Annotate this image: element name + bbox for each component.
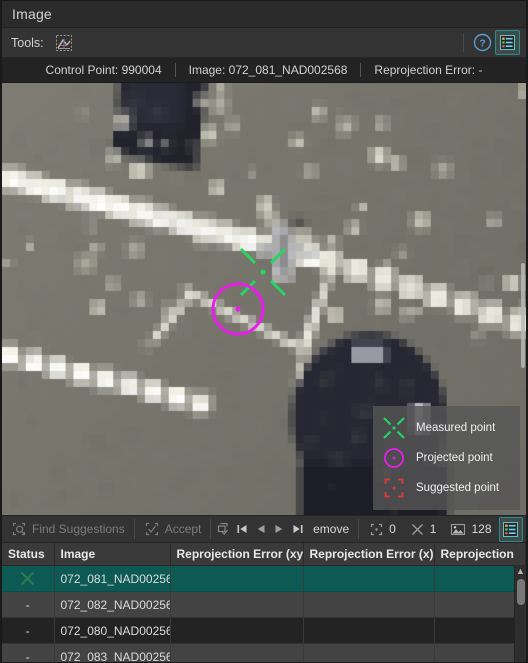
suggested-point-icon bbox=[379, 474, 409, 502]
image-name-label: Image: 072_081_NAD002568 bbox=[188, 63, 348, 77]
status-cell: - bbox=[2, 591, 55, 618]
column-header-status[interactable]: Status bbox=[2, 543, 55, 566]
measured-count: 1 bbox=[403, 522, 444, 537]
help-icon[interactable]: ? bbox=[470, 30, 495, 55]
image-viewport[interactable]: Measured point Projected point Suggested… bbox=[2, 83, 526, 515]
cell-xy bbox=[170, 643, 304, 662]
table-scroll-thumb[interactable] bbox=[516, 579, 525, 605]
measure-point-tool-icon[interactable] bbox=[51, 31, 77, 55]
cell-x bbox=[303, 565, 435, 592]
toolbar-divider-1 bbox=[133, 519, 135, 539]
tools-toolbar: Tools: ? bbox=[2, 28, 526, 58]
previous-icon[interactable] bbox=[251, 518, 270, 540]
legend-overlay: Measured point Projected point Suggested… bbox=[373, 406, 520, 510]
projected-point-icon bbox=[379, 444, 409, 472]
cell-x bbox=[303, 617, 435, 644]
status-cell bbox=[2, 565, 55, 592]
suggested-count: 0 bbox=[362, 522, 403, 537]
image-panel: Image Tools: ? Control Point: 990004 Ima… bbox=[0, 0, 528, 663]
image-count: 128 bbox=[443, 522, 498, 537]
control-point-label: Control Point: 990004 bbox=[45, 63, 162, 77]
legend-item-measured: Measured point bbox=[379, 413, 512, 443]
cell-image: 072_080_NAD002569 bbox=[54, 617, 171, 644]
cell-xy bbox=[170, 617, 304, 644]
control-point-info-strip: Control Point: 990004 Image: 072_081_NAD… bbox=[2, 58, 526, 83]
find-suggestions-label: Find Suggestions bbox=[32, 522, 125, 536]
reprojection-error-label: Reprojection Error: - bbox=[374, 63, 483, 77]
next-icon[interactable] bbox=[270, 518, 289, 540]
accept-label: Accept bbox=[164, 522, 202, 536]
column-header-reprojection[interactable]: Reprojection bbox=[434, 543, 526, 566]
legend-item-projected: Projected point bbox=[379, 443, 512, 473]
points-table[interactable]: Status Image Reprojection Error (xy) Rep… bbox=[2, 543, 526, 662]
table-row[interactable]: -072_080_NAD002569 bbox=[2, 617, 526, 644]
status-cell: - bbox=[2, 617, 55, 644]
cell-image: 072_082_NAD002567 bbox=[54, 591, 171, 618]
tools-label: Tools: bbox=[11, 35, 44, 50]
status-cell: - bbox=[2, 643, 55, 662]
last-icon[interactable] bbox=[289, 518, 308, 540]
cell-extra bbox=[434, 565, 526, 592]
projected-point-icon bbox=[211, 282, 265, 336]
legend-label: Measured point bbox=[416, 422, 496, 434]
toolbar-divider-2 bbox=[210, 519, 212, 539]
image-scroll-thumb[interactable] bbox=[521, 263, 525, 368]
measured-point-icon bbox=[239, 247, 287, 297]
accept-button[interactable]: Accept bbox=[138, 517, 208, 541]
accept-icon bbox=[144, 521, 160, 537]
measured-count-value: 1 bbox=[429, 522, 437, 536]
cell-x bbox=[303, 591, 435, 618]
measured-point-icon bbox=[379, 414, 409, 442]
list-view-icon[interactable] bbox=[498, 516, 523, 542]
image-count-value: 128 bbox=[471, 522, 492, 536]
find-suggestions-icon bbox=[11, 521, 27, 537]
remove-label: emove bbox=[313, 522, 350, 536]
suggested-count-value: 0 bbox=[389, 522, 396, 536]
cell-xy bbox=[170, 591, 304, 618]
points-toolbar: Find Suggestions Accept emove 0 1 128 bbox=[2, 515, 526, 543]
table-row[interactable]: 072_081_NAD002568 bbox=[2, 565, 526, 592]
table-row[interactable]: -072_082_NAD002567 bbox=[2, 591, 526, 618]
measured-count-icon bbox=[410, 522, 425, 537]
toolbar-divider-3 bbox=[358, 519, 360, 539]
image-vertical-scrollbar[interactable] bbox=[520, 83, 526, 515]
table-header-row: Status Image Reprojection Error (xy) Rep… bbox=[2, 543, 526, 566]
cell-x bbox=[303, 643, 435, 662]
cell-image: 072_083_NAD002566 bbox=[54, 643, 171, 662]
panel-titlebar: Image bbox=[2, 1, 526, 28]
column-header-reprojection-error-xy[interactable]: Reprojection Error (xy) bbox=[170, 543, 304, 566]
image-count-icon bbox=[450, 522, 466, 537]
column-header-image[interactable]: Image bbox=[54, 543, 171, 566]
legend-item-suggested: Suggested point bbox=[379, 473, 512, 503]
first-icon[interactable] bbox=[233, 518, 252, 540]
table-body: 072_081_NAD002568-072_082_NAD002567-072_… bbox=[2, 565, 526, 662]
scroll-up-icon[interactable]: ▲ bbox=[515, 565, 526, 577]
toolbar-divider bbox=[463, 33, 464, 52]
cell-extra bbox=[434, 643, 526, 662]
legend-label: Suggested point bbox=[416, 482, 500, 494]
page-title: Image bbox=[12, 6, 52, 22]
find-suggestions-button[interactable]: Find Suggestions bbox=[5, 517, 131, 541]
cell-xy bbox=[170, 565, 304, 592]
remove-button[interactable]: emove bbox=[307, 517, 355, 541]
cell-extra bbox=[434, 617, 526, 644]
list-view-icon[interactable] bbox=[495, 30, 520, 55]
svg-text:?: ? bbox=[479, 37, 485, 49]
legend-label: Projected point bbox=[416, 452, 493, 464]
cell-image: 072_081_NAD002568 bbox=[54, 565, 171, 592]
cell-extra bbox=[434, 591, 526, 618]
duplicate-points-icon[interactable] bbox=[214, 518, 233, 540]
table-vertical-scrollbar[interactable]: ▲ bbox=[514, 565, 526, 662]
table-row[interactable]: -072_083_NAD002566 bbox=[2, 643, 526, 662]
column-header-reprojection-error-x[interactable]: Reprojection Error (x) bbox=[303, 543, 435, 566]
suggested-count-icon bbox=[369, 522, 384, 537]
